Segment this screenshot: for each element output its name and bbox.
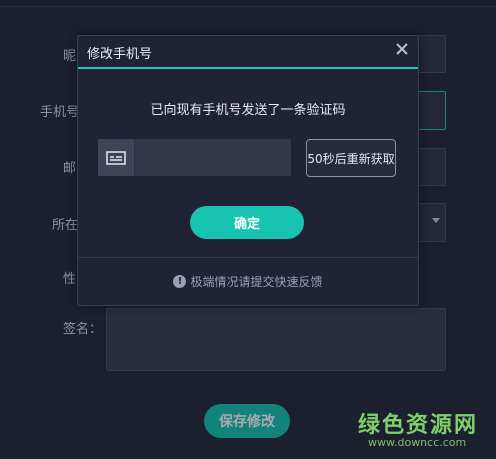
- dialog-divider: [78, 257, 418, 258]
- feedback-hint[interactable]: ! 极端情况请提交快速反馈: [78, 273, 418, 290]
- dialog-header: 修改手机号: [78, 36, 418, 69]
- confirm-button[interactable]: 确定: [190, 206, 304, 239]
- dialog-title: 修改手机号: [87, 47, 153, 62]
- resend-code-button[interactable]: 50秒后重新获取: [306, 139, 396, 177]
- verification-code-input[interactable]: [98, 139, 291, 176]
- watermark-url: www.downcc.com: [368, 436, 467, 449]
- feedback-hint-text: 极端情况请提交快速反馈: [190, 275, 323, 289]
- info-icon: !: [173, 275, 187, 288]
- sms-code-icon: [98, 139, 135, 176]
- close-icon[interactable]: [394, 41, 410, 57]
- watermark-name: 绿色资源网: [358, 413, 479, 438]
- dialog-message: 已向现有手机号发送了一条验证码: [150, 103, 346, 118]
- watermark: 绿色资源网 www.downcc.com: [358, 407, 488, 453]
- change-phone-dialog: 修改手机号 已向现有手机号发送了一条验证码 50秒后重新获取 确定 ! 极端情况…: [77, 35, 419, 306]
